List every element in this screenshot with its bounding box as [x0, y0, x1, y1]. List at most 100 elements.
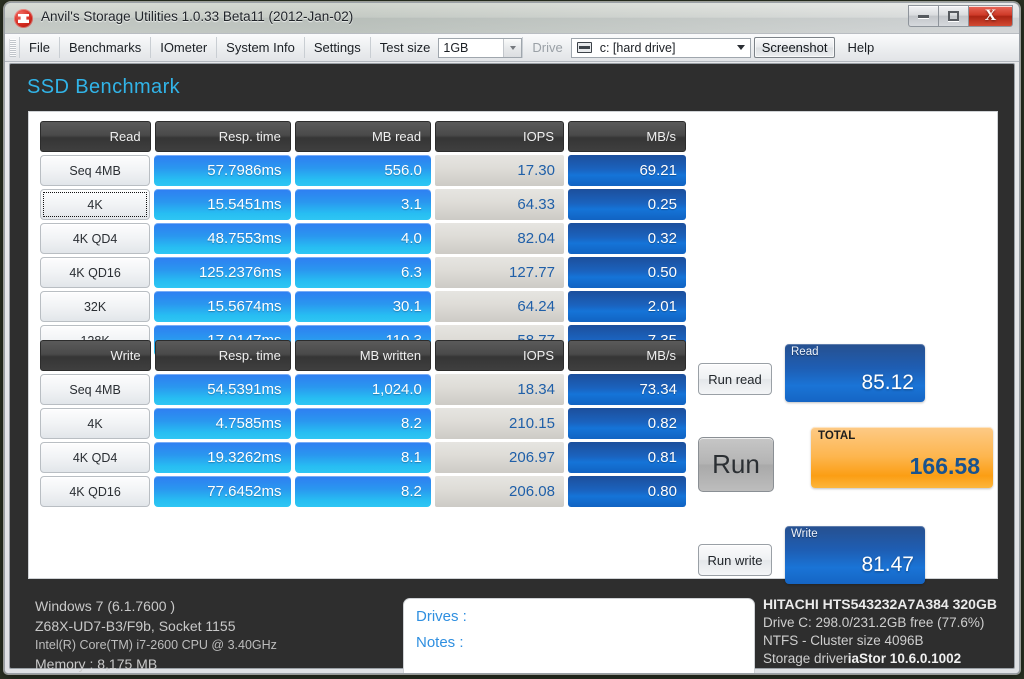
window-controls: X: [908, 5, 1013, 27]
write-row-3-mbs: 0.80: [567, 476, 686, 507]
test-size-select[interactable]: 1GB: [438, 37, 523, 58]
read-col-resp-time-header: Resp. time: [154, 121, 291, 152]
read-col-iops-header: IOPS: [435, 121, 565, 152]
read-table-header: Read Resp. time MB read IOPS MB/s: [40, 121, 686, 152]
application-window: Anvil's Storage Utilities 1.0.33 Beta11 …: [4, 2, 1020, 674]
read-row-4-label[interactable]: 32K: [40, 291, 151, 322]
drive-dropdown-arrow[interactable]: [733, 39, 750, 57]
write-col-iops-header: IOPS: [435, 340, 565, 371]
write-row-0-resp-time: 54.5391ms: [154, 374, 291, 405]
system-info: Windows 7 (6.1.7600 ) Z68X-UD7-B3/F9b, S…: [35, 597, 395, 673]
drive-info: HITACHI HTS543232A7A384 320GB Drive C: 2…: [763, 595, 1019, 673]
table-row: 4K QD4 48.7553ms 4.0 82.04 0.32: [40, 223, 686, 254]
drive-filesystem: NTFS - Cluster size 4096B: [763, 633, 924, 649]
read-row-0-mb: 556.0: [294, 155, 431, 186]
read-row-2-label[interactable]: 4K QD4: [40, 223, 151, 254]
read-row-2-mbs: 0.32: [567, 223, 686, 254]
read-score-label: Read: [791, 346, 819, 358]
drive-model: HITACHI HTS543232A7A384 320GB: [763, 596, 997, 612]
table-row: 4K 15.5451ms 3.1 64.33 0.25: [40, 189, 686, 220]
read-row-1-label[interactable]: 4K: [40, 189, 151, 220]
run-write-button[interactable]: Run write: [698, 544, 772, 576]
table-row: 4K QD4 19.3262ms 8.1 206.97 0.81: [40, 442, 686, 473]
storage-driver: Storage driveriaStor 10.6.0.1002: [763, 650, 1019, 668]
main-toolbar: File Benchmarks IOmeter System Info Sett…: [5, 34, 1019, 62]
read-row-3-resp-time: 125.2376ms: [154, 257, 291, 288]
total-score-box: TOTAL 166.58: [811, 427, 993, 488]
maximize-icon: [948, 11, 959, 21]
menu-file[interactable]: File: [19, 37, 59, 58]
memory-line: Memory : 8,175 MB: [35, 655, 158, 672]
page-header: SSD Benchmark: [13, 67, 1011, 107]
write-row-1-label[interactable]: 4K: [40, 408, 151, 439]
os-line: Windows 7 (6.1.7600 ): [35, 598, 176, 614]
read-row-4-iops: 64.24: [434, 291, 564, 322]
menu-help[interactable]: Help: [838, 37, 883, 58]
read-col-name-header: Read: [40, 121, 151, 152]
storage-driver-label: Storage driver: [763, 651, 848, 667]
read-row-3-iops: 127.77: [434, 257, 564, 288]
read-row-2-resp-time: 48.7553ms: [154, 223, 291, 254]
table-row: 4K QD16 125.2376ms 6.3 127.77 0.50: [40, 257, 686, 288]
motherboard-line: Z68X-UD7-B3/F9b, Socket 1155: [35, 617, 236, 634]
read-col-mbs-header: MB/s: [568, 121, 686, 152]
table-row: Seq 4MB 54.5391ms 1,024.0 18.34 73.34: [40, 374, 686, 405]
read-row-3-mb: 6.3: [294, 257, 431, 288]
screenshot-button[interactable]: Screenshot: [753, 37, 836, 58]
write-row-1-mb: 8.2: [294, 408, 431, 439]
title-bar[interactable]: Anvil's Storage Utilities 1.0.33 Beta11 …: [5, 3, 1019, 34]
read-row-0-mbs: 69.21: [567, 155, 686, 186]
read-row-2-mb: 4.0: [294, 223, 431, 254]
minimize-button[interactable]: [908, 5, 938, 27]
drive-label: Drive: [522, 37, 569, 58]
write-row-2-label[interactable]: 4K QD4: [40, 442, 151, 473]
write-score-label: Write: [791, 528, 818, 540]
minimize-icon: [918, 14, 929, 18]
write-row-2-mb: 8.1: [294, 442, 431, 473]
read-score-box: Read 85.12: [785, 344, 925, 402]
menu-settings[interactable]: Settings: [303, 37, 370, 58]
read-score-value: 85.12: [861, 371, 914, 394]
table-row: Seq 4MB 57.7986ms 556.0 17.30 69.21: [40, 155, 686, 186]
total-score-label: TOTAL: [818, 430, 856, 442]
write-row-0-label[interactable]: Seq 4MB: [40, 374, 151, 405]
write-score-box: Write 81.47: [785, 526, 925, 584]
app-body: SSD Benchmark Read Resp. time MB read IOPS M…: [9, 63, 1015, 673]
cpu-line: Intel(R) Core(TM) i7-2600 CPU @ 3.40GHz: [35, 637, 277, 652]
close-icon: X: [984, 7, 997, 24]
write-row-2-iops: 206.97: [434, 442, 564, 473]
run-button[interactable]: Run: [698, 437, 774, 492]
toolbar-grip[interactable]: [9, 38, 16, 57]
close-button[interactable]: X: [968, 5, 1013, 27]
menu-benchmarks[interactable]: Benchmarks: [58, 37, 150, 58]
write-row-3-label[interactable]: 4K QD16: [40, 476, 151, 507]
test-size-dropdown-arrow[interactable]: [503, 38, 522, 57]
write-score-value: 81.47: [861, 553, 914, 576]
write-row-3-iops: 206.08: [434, 476, 564, 507]
write-row-2-mbs: 0.81: [567, 442, 686, 473]
write-row-3-resp-time: 77.6452ms: [154, 476, 291, 507]
drive-capacity: Drive C: 298.0/231.2GB free (77.6%): [763, 614, 985, 630]
menu-system-info[interactable]: System Info: [216, 37, 304, 58]
table-row: 4K 4.7585ms 8.2 210.15 0.82: [40, 408, 686, 439]
write-row-2-resp-time: 19.3262ms: [154, 442, 291, 473]
read-row-1-iops: 64.33: [434, 189, 564, 220]
menu-iometer[interactable]: IOmeter: [150, 37, 216, 58]
read-col-mb-header: MB read: [294, 121, 432, 152]
read-row-0-label[interactable]: Seq 4MB: [40, 155, 151, 186]
maximize-button[interactable]: [938, 5, 968, 27]
read-row-4-mbs: 2.01: [567, 291, 686, 322]
read-row-0-iops: 17.30: [434, 155, 564, 186]
notes-box[interactable]: Drives : Notes :: [403, 598, 755, 673]
write-row-0-mbs: 73.34: [567, 374, 686, 405]
benchmark-panel: Read Resp. time MB read IOPS MB/s Seq 4MB 57.7…: [28, 111, 998, 584]
storage-driver-value: iaStor 10.6.0.1002: [847, 651, 962, 667]
test-size-value: 1GB: [443, 40, 469, 55]
notes-label: Notes :: [416, 634, 464, 651]
drive-select[interactable]: c: [hard drive]: [570, 37, 751, 58]
write-row-0-mb: 1,024.0: [294, 374, 431, 405]
read-row-3-label[interactable]: 4K QD16: [40, 257, 151, 288]
read-results-table: Read Resp. time MB read IOPS MB/s Seq 4MB 57.7…: [40, 121, 686, 359]
run-read-button[interactable]: Run read: [698, 363, 772, 395]
write-table-header: Write Resp. time MB written IOPS MB/s: [40, 340, 686, 371]
